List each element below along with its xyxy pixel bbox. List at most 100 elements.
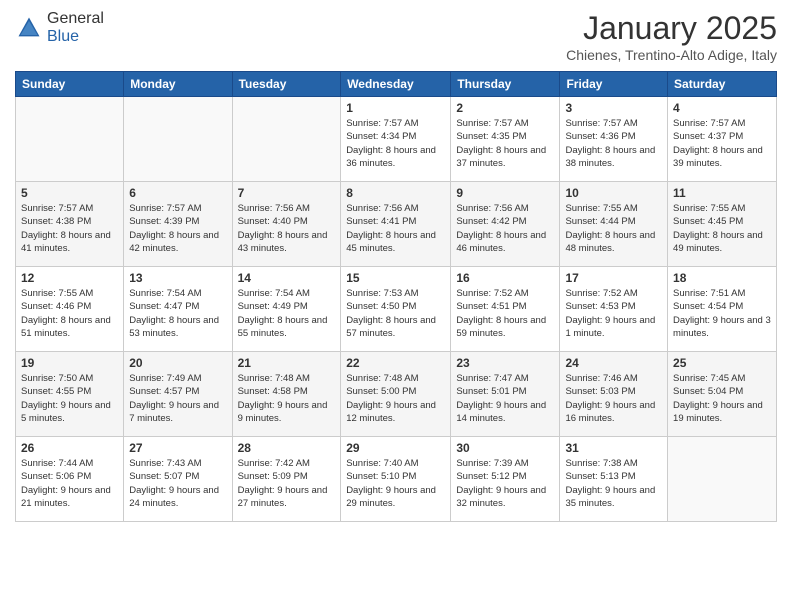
day-number: 11 [673, 186, 771, 200]
day-number: 13 [129, 271, 226, 285]
calendar-cell: 3 Sunrise: 7:57 AM Sunset: 4:36 PM Daylig… [560, 97, 668, 182]
day-number: 8 [346, 186, 445, 200]
calendar-cell: 2 Sunrise: 7:57 AM Sunset: 4:35 PM Daylig… [451, 97, 560, 182]
day-number: 9 [456, 186, 554, 200]
day-number: 24 [565, 356, 662, 370]
day-number: 3 [565, 101, 662, 115]
calendar-cell: 23 Sunrise: 7:47 AM Sunset: 5:01 PM Dayli… [451, 352, 560, 437]
day-number: 14 [238, 271, 336, 285]
cell-text: Sunrise: 7:57 AM Sunset: 4:34 PM Dayligh… [346, 117, 445, 170]
cell-text: Sunrise: 7:49 AM Sunset: 4:57 PM Dayligh… [129, 372, 226, 425]
day-number: 4 [673, 101, 771, 115]
cell-text: Sunrise: 7:54 AM Sunset: 4:49 PM Dayligh… [238, 287, 336, 340]
calendar-cell: 16 Sunrise: 7:52 AM Sunset: 4:51 PM Dayli… [451, 267, 560, 352]
calendar-cell: 29Sunrise: 7:40 AM Sunset: 5:10 PM Dayli… [341, 437, 451, 522]
calendar-cell: 26 Sunrise: 7:44 AM Sunset: 5:06 PM Dayli… [16, 437, 124, 522]
calendar-cell: 4 Sunrise: 7:57 AM Sunset: 4:37 PM Daylig… [668, 97, 777, 182]
cell-text: Sunrise: 7:47 AM Sunset: 5:01 PM Dayligh… [456, 372, 554, 425]
cell-text: Sunrise: 7:52 AM Sunset: 4:51 PM Dayligh… [456, 287, 554, 340]
calendar-cell [232, 97, 341, 182]
calendar-cell: 12 Sunrise: 7:55 AM Sunset: 4:46 PM Dayli… [16, 267, 124, 352]
day-number: 21 [238, 356, 336, 370]
cell-text: Sunrise: 7:45 AM Sunset: 5:04 PM Dayligh… [673, 372, 771, 425]
day-number: 7 [238, 186, 336, 200]
day-number: 18 [673, 271, 771, 285]
cell-text: Sunrise: 7:56 AM Sunset: 4:40 PM Dayligh… [238, 202, 336, 255]
calendar-cell: 9 Sunrise: 7:56 AM Sunset: 4:42 PM Daylig… [451, 182, 560, 267]
calendar-cell [668, 437, 777, 522]
calendar-week-1: 5 Sunrise: 7:57 AM Sunset: 4:38 PM Daylig… [16, 182, 777, 267]
day-number: 10 [565, 186, 662, 200]
cell-text: Sunrise: 7:51 AM Sunset: 4:54 PM Dayligh… [673, 287, 771, 340]
cell-text: Sunrise: 7:55 AM Sunset: 4:46 PM Dayligh… [21, 287, 118, 340]
calendar-cell: 10 Sunrise: 7:55 AM Sunset: 4:44 PM Dayli… [560, 182, 668, 267]
calendar-cell: 15 Sunrise: 7:53 AM Sunset: 4:50 PM Dayli… [341, 267, 451, 352]
cell-text: Sunrise: 7:56 AM Sunset: 4:41 PM Dayligh… [346, 202, 445, 255]
logo-icon [15, 14, 43, 42]
title-block: January 2025 Chienes, Trentino-Alto Adig… [566, 10, 777, 63]
cell-text: Sunrise: 7:57 AM Sunset: 4:38 PM Dayligh… [21, 202, 118, 255]
cell-text: Sunrise: 7:57 AM Sunset: 4:35 PM Dayligh… [456, 117, 554, 170]
cell-text: Sunrise: 7:57 AM Sunset: 4:37 PM Dayligh… [673, 117, 771, 170]
col-wednesday: Wednesday [341, 72, 451, 97]
day-number: 22 [346, 356, 445, 370]
day-number: 26 [21, 441, 118, 455]
day-number: 2 [456, 101, 554, 115]
cell-text: Sunrise: 7:48 AM Sunset: 5:00 PM Dayligh… [346, 372, 445, 425]
day-number: 17 [565, 271, 662, 285]
calendar-cell: 17 Sunrise: 7:52 AM Sunset: 4:53 PM Dayli… [560, 267, 668, 352]
cell-text: Sunrise: 7:57 AM Sunset: 4:36 PM Dayligh… [565, 117, 662, 170]
calendar-cell: 6Sunrise: 7:57 AM Sunset: 4:39 PM Daylig… [124, 182, 232, 267]
calendar-header-row: Sunday Monday Tuesday Wednesday Thursday… [16, 72, 777, 97]
day-number: 20 [129, 356, 226, 370]
cell-text: Sunrise: 7:53 AM Sunset: 4:50 PM Dayligh… [346, 287, 445, 340]
cell-text: Sunrise: 7:39 AM Sunset: 5:12 PM Dayligh… [456, 457, 554, 510]
day-number: 12 [21, 271, 118, 285]
logo-general-text: General [47, 10, 104, 27]
day-number: 5 [21, 186, 118, 200]
cell-text: Sunrise: 7:55 AM Sunset: 4:44 PM Dayligh… [565, 202, 662, 255]
day-number: 1 [346, 101, 445, 115]
page: General Blue January 2025 Chienes, Trent… [0, 0, 792, 612]
calendar-week-3: 19Sunrise: 7:50 AM Sunset: 4:55 PM Dayli… [16, 352, 777, 437]
cell-text: Sunrise: 7:40 AM Sunset: 5:10 PM Dayligh… [346, 457, 445, 510]
day-number: 28 [238, 441, 336, 455]
cell-text: Sunrise: 7:44 AM Sunset: 5:06 PM Dayligh… [21, 457, 118, 510]
calendar-cell: 7 Sunrise: 7:56 AM Sunset: 4:40 PM Daylig… [232, 182, 341, 267]
calendar: Sunday Monday Tuesday Wednesday Thursday… [15, 71, 777, 522]
cell-text: Sunrise: 7:52 AM Sunset: 4:53 PM Dayligh… [565, 287, 662, 340]
col-monday: Monday [124, 72, 232, 97]
col-tuesday: Tuesday [232, 72, 341, 97]
col-sunday: Sunday [16, 72, 124, 97]
calendar-week-4: 26 Sunrise: 7:44 AM Sunset: 5:06 PM Dayli… [16, 437, 777, 522]
day-number: 6 [129, 186, 226, 200]
calendar-cell: 20 Sunrise: 7:49 AM Sunset: 4:57 PM Dayli… [124, 352, 232, 437]
day-number: 16 [456, 271, 554, 285]
calendar-cell: 22 Sunrise: 7:48 AM Sunset: 5:00 PM Dayli… [341, 352, 451, 437]
day-number: 25 [673, 356, 771, 370]
calendar-cell: 19Sunrise: 7:50 AM Sunset: 4:55 PM Dayli… [16, 352, 124, 437]
cell-text: Sunrise: 7:48 AM Sunset: 4:58 PM Dayligh… [238, 372, 336, 425]
day-number: 23 [456, 356, 554, 370]
calendar-cell: 21 Sunrise: 7:48 AM Sunset: 4:58 PM Dayli… [232, 352, 341, 437]
cell-text: Sunrise: 7:50 AM Sunset: 4:55 PM Dayligh… [21, 372, 118, 425]
calendar-cell: 13 Sunrise: 7:54 AM Sunset: 4:47 PM Dayli… [124, 267, 232, 352]
month-title: January 2025 [566, 10, 777, 47]
cell-text: Sunrise: 7:46 AM Sunset: 5:03 PM Dayligh… [565, 372, 662, 425]
cell-text: Sunrise: 7:43 AM Sunset: 5:07 PM Dayligh… [129, 457, 226, 510]
calendar-cell: 1 Sunrise: 7:57 AM Sunset: 4:34 PM Daylig… [341, 97, 451, 182]
day-number: 31 [565, 441, 662, 455]
calendar-cell: 28 Sunrise: 7:42 AM Sunset: 5:09 PM Dayli… [232, 437, 341, 522]
calendar-cell: 14 Sunrise: 7:54 AM Sunset: 4:49 PM Dayli… [232, 267, 341, 352]
day-number: 15 [346, 271, 445, 285]
logo: General Blue [15, 10, 104, 46]
cell-text: Sunrise: 7:42 AM Sunset: 5:09 PM Dayligh… [238, 457, 336, 510]
calendar-cell: 5 Sunrise: 7:57 AM Sunset: 4:38 PM Daylig… [16, 182, 124, 267]
day-number: 27 [129, 441, 226, 455]
calendar-cell: 8 Sunrise: 7:56 AM Sunset: 4:41 PM Daylig… [341, 182, 451, 267]
cell-text: Sunrise: 7:54 AM Sunset: 4:47 PM Dayligh… [129, 287, 226, 340]
cell-text: Sunrise: 7:56 AM Sunset: 4:42 PM Dayligh… [456, 202, 554, 255]
location: Chienes, Trentino-Alto Adige, Italy [566, 47, 777, 63]
cell-text: Sunrise: 7:55 AM Sunset: 4:45 PM Dayligh… [673, 202, 771, 255]
calendar-cell: 30Sunrise: 7:39 AM Sunset: 5:12 PM Dayli… [451, 437, 560, 522]
